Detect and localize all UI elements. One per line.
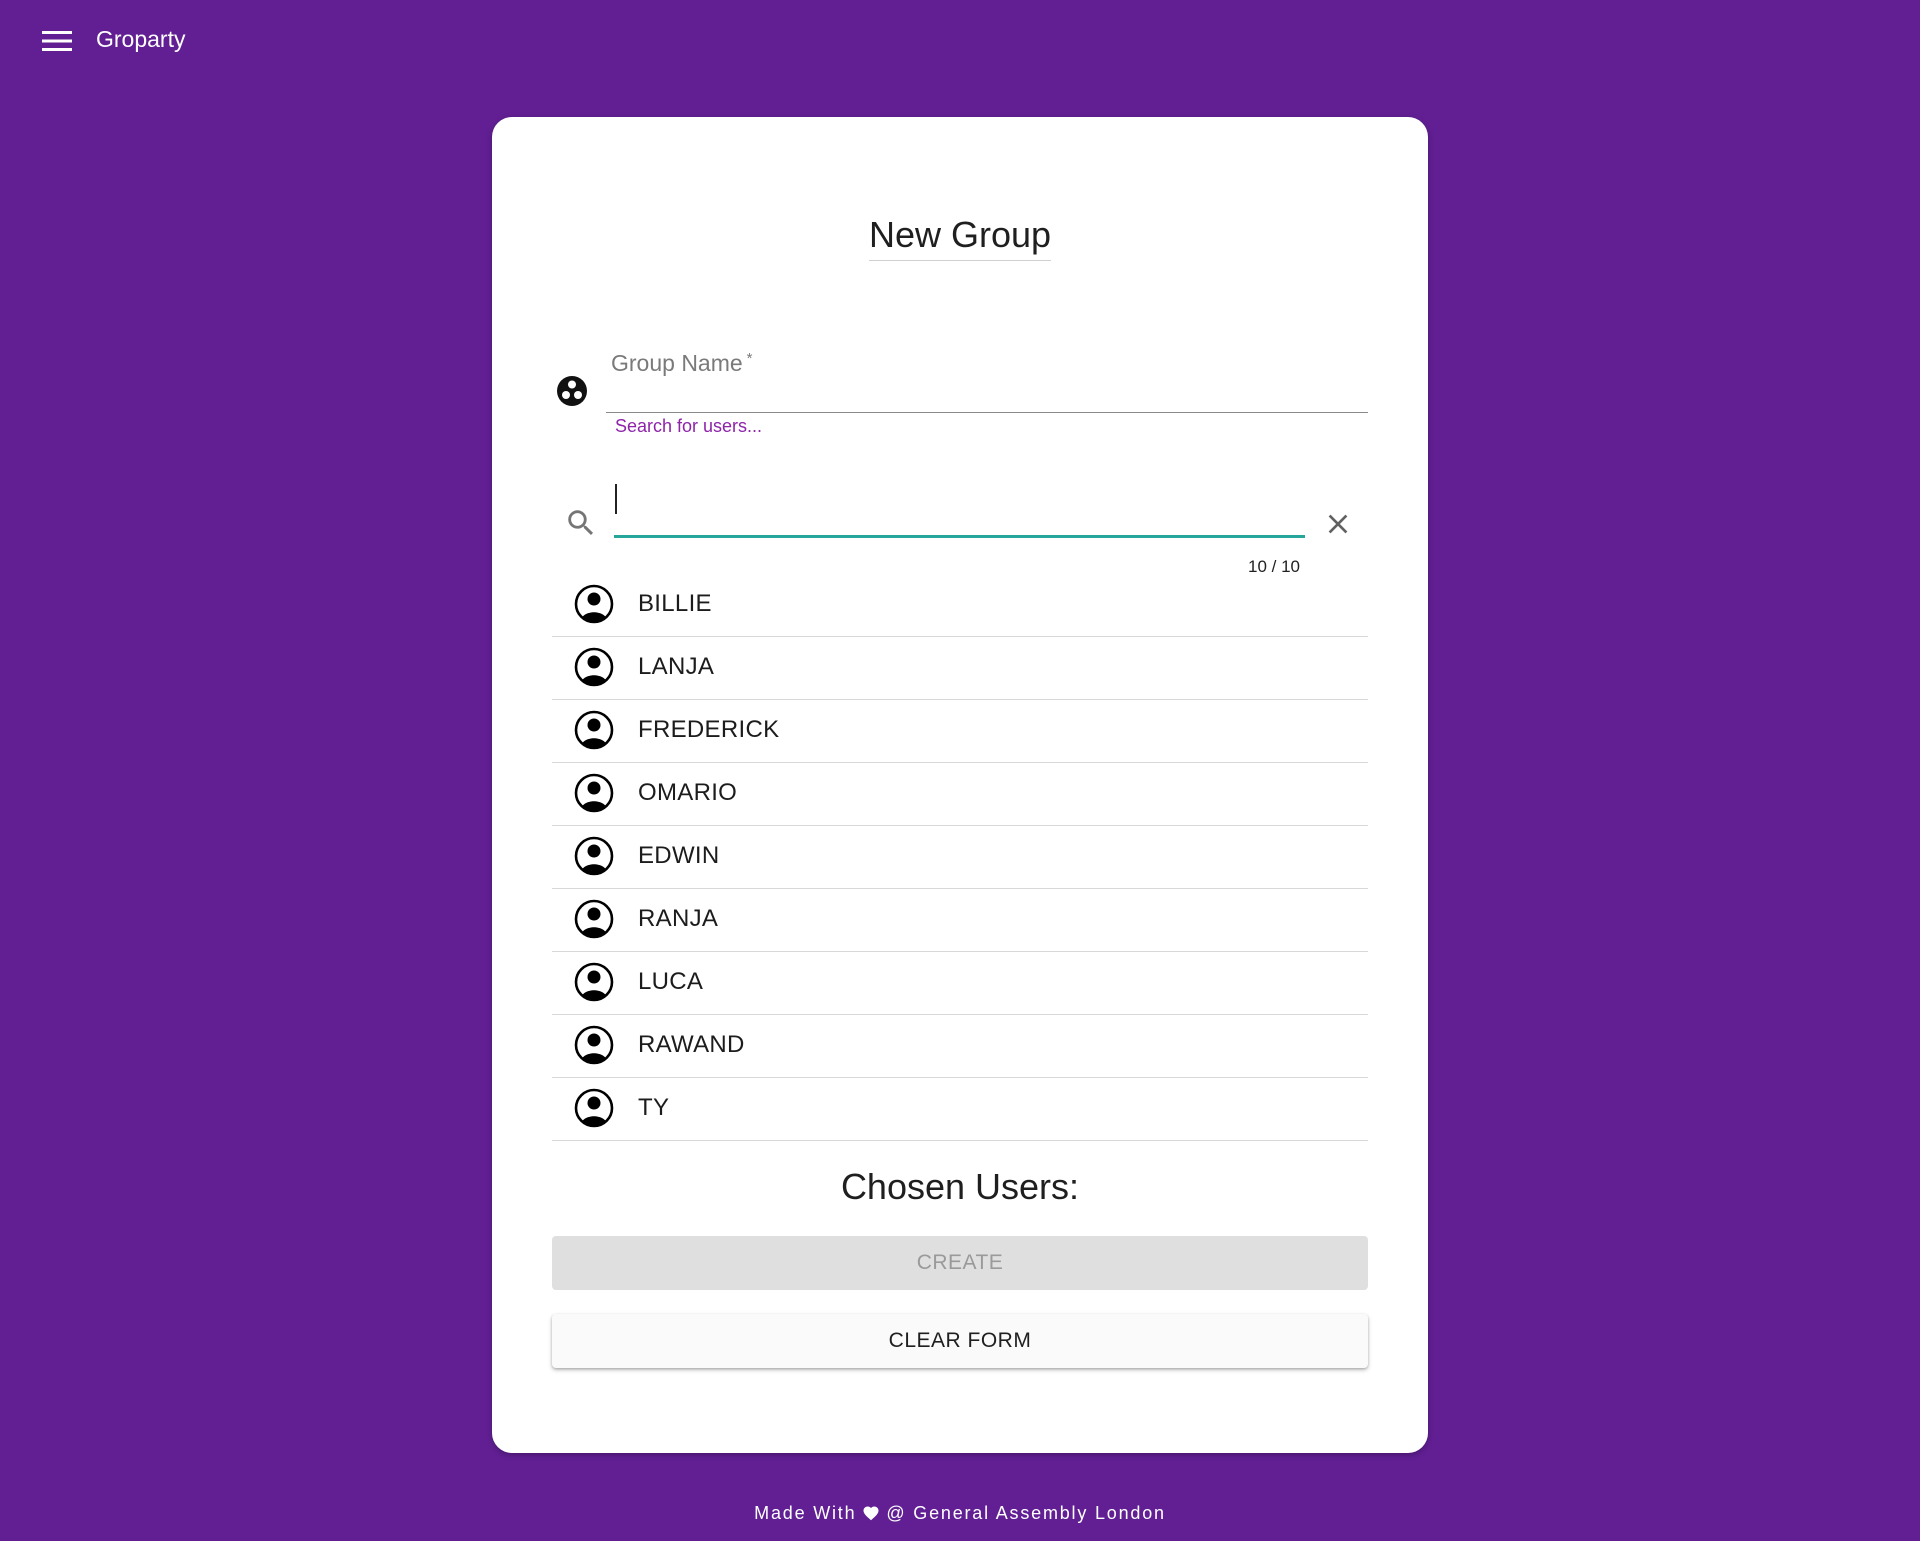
heart-icon [863,1506,879,1521]
user-name: FREDERICK [638,716,780,743]
footer-suffix: @ General Assembly London [886,1503,1166,1523]
user-name: RAWAND [638,1031,745,1058]
menu-icon [42,31,72,51]
account-circle-icon [574,1088,614,1128]
user-list-item[interactable]: RANJA [552,889,1368,952]
required-mark: * [746,350,753,367]
user-search-input[interactable] [614,488,1305,528]
user-list-item[interactable]: TY [552,1078,1368,1141]
page-title: New Group [0,214,1920,261]
account-circle-icon [574,710,614,750]
menu-button[interactable] [38,22,76,60]
close-icon[interactable] [1322,508,1354,540]
search-icon [568,510,594,536]
account-circle-icon [574,899,614,939]
user-list-item[interactable]: EDWIN [552,826,1368,889]
user-name: LANJA [638,653,715,680]
create-button[interactable]: CREATE [552,1236,1368,1290]
user-name: BILLIE [638,590,712,617]
user-list: BILLIE LANJA FREDERICK OMARIO EDWIN RANJA LUCA… [552,574,1368,1141]
account-circle-icon [574,962,614,1002]
user-name: OMARIO [638,779,738,806]
account-circle-icon [574,1025,614,1065]
user-name: TY [638,1094,670,1121]
app-title: Groparty [96,26,186,52]
user-list-item[interactable]: BILLIE [552,574,1368,637]
page-title-text: New Group [868,214,1052,261]
group-name-field[interactable]: Group Name * [606,340,1368,413]
chosen-users-title: Chosen Users: [840,1166,1080,1207]
user-name: EDWIN [638,842,720,869]
user-list-item[interactable]: LUCA [552,952,1368,1015]
footer-prefix: Made With [754,1503,857,1523]
user-list-item[interactable]: OMARIO [552,763,1368,826]
user-name: LUCA [638,968,704,995]
user-name: RANJA [638,905,719,932]
group-name-label: Group Name * [611,350,753,376]
group-name-helper-text: Search for users... [615,416,763,436]
group-icon [557,376,587,406]
group-name-input[interactable] [606,378,1368,412]
footer: Made With @ General Assembly London [0,1503,1920,1524]
user-list-item[interactable]: FREDERICK [552,700,1368,763]
top-app-bar: Groparty [0,0,1920,80]
account-circle-icon [574,647,614,687]
account-circle-icon [574,584,614,624]
user-search-field[interactable] [614,478,1305,538]
account-circle-icon [574,836,614,876]
account-circle-icon [574,773,614,813]
user-list-item[interactable]: RAWAND [552,1015,1368,1078]
clear-form-button[interactable]: CLEAR FORM [552,1314,1368,1368]
user-list-item[interactable]: LANJA [552,637,1368,700]
